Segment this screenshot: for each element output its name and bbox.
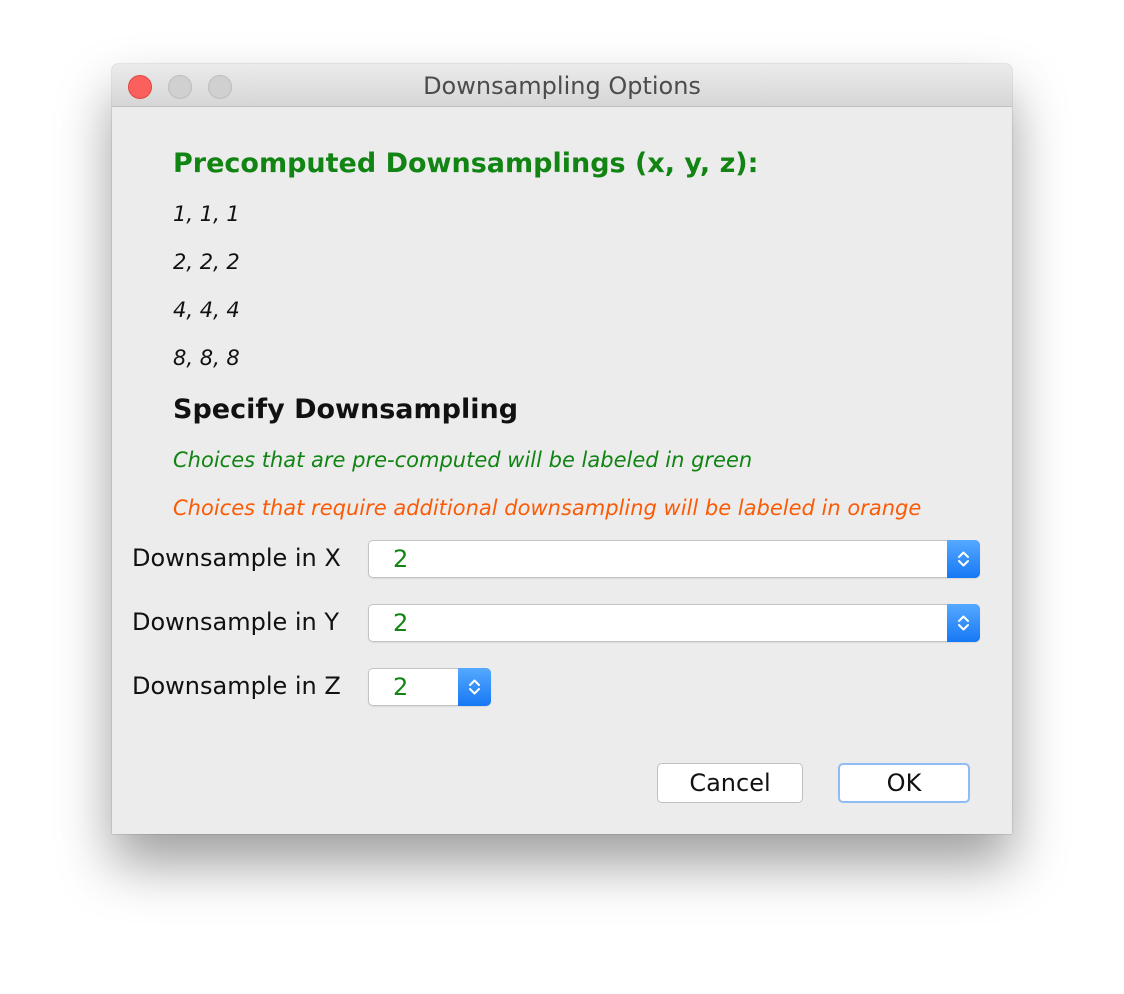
downsample-z-value: 2 [393,673,409,701]
downsample-y-stepper[interactable] [947,604,980,642]
precomputed-heading: Precomputed Downsamplings (x, y, z): [173,148,759,179]
title-bar[interactable]: Downsampling Options [112,64,1012,107]
downsample-z-stepper[interactable] [458,668,491,706]
ok-button[interactable]: OK [838,763,970,803]
chevron-up-down-icon [958,551,969,567]
downsample-x-stepper[interactable] [947,540,980,578]
additional-legend-note: Choices that require additional downsamp… [173,496,922,520]
precomputed-legend-note: Choices that are pre-computed will be la… [173,448,753,472]
downsample-y-label: Downsample in Y [132,608,340,636]
downsample-z-select[interactable]: 2 [368,668,491,706]
downsampling-options-dialog: Downsampling Options Precomputed Downsam… [112,64,1012,834]
precomputed-item: 1, 1, 1 [173,202,240,226]
chevron-up-down-icon [958,615,969,631]
downsample-x-value: 2 [393,545,409,573]
downsample-x-label: Downsample in X [132,544,341,572]
window-title: Downsampling Options [423,72,701,100]
downsample-x-select[interactable]: 2 [368,540,980,578]
chevron-up-down-icon [469,679,480,695]
precomputed-item: 2, 2, 2 [173,250,240,274]
precomputed-item: 4, 4, 4 [173,298,240,322]
downsample-y-value: 2 [393,609,409,637]
downsample-z-label: Downsample in Z [132,672,341,700]
precomputed-item: 8, 8, 8 [173,346,240,370]
specify-heading: Specify Downsampling [173,394,519,425]
cancel-button[interactable]: Cancel [657,763,803,803]
downsample-y-select[interactable]: 2 [368,604,980,642]
